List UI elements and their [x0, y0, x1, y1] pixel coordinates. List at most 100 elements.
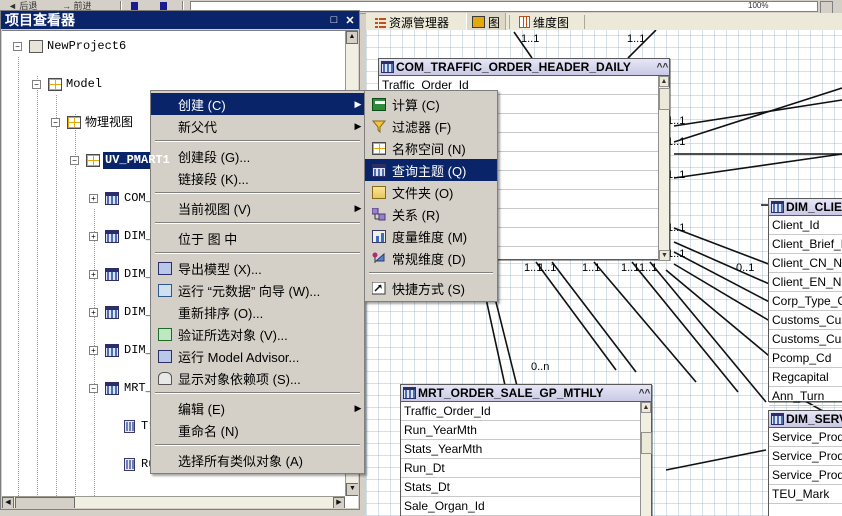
chevron-up-icon[interactable]: ^^ [656, 62, 669, 73]
scroll-right-button[interactable]: ▶ [333, 497, 345, 508]
scroll-up-button[interactable]: ▲ [346, 31, 358, 44]
tab-dimension-diagram[interactable]: 维度图 [514, 13, 574, 31]
menu-item-label: 当前视图 (V) [178, 201, 251, 217]
entity-vertical-scrollbar[interactable]: ▲ [640, 402, 652, 516]
create-submenu[interactable]: 计算 (C) 过滤器 (F) 名称空间 (N) 查询主题 (Q) 文件夹 (O) [364, 90, 498, 302]
entity-mrt-order-sale-gp-mthly[interactable]: MRT_ORDER_SALE_GP_MTHLY ^^ Traffic_Order… [400, 384, 652, 516]
submenu-item-measure-dimension[interactable]: 度量维度 (M) [365, 225, 497, 247]
entity-attribute: Customs_Custom [769, 330, 842, 349]
entity-attribute: Client_Brief_Name [769, 235, 842, 254]
menu-item-label: 新父代 [178, 119, 218, 135]
submenu-item-folder[interactable]: 文件夹 (O) [365, 181, 497, 203]
menu-item-create-segment[interactable]: 创建段 (G)... [151, 145, 364, 167]
submenu-item-calculation[interactable]: 计算 (C) [365, 93, 497, 115]
menu-item-validate-selected[interactable]: 验证所选对象 (V)... [151, 323, 364, 345]
entity-title: DIM_CLIENT [786, 200, 842, 214]
menu-item-label: 创建 (C) [178, 97, 226, 113]
tab-diagram[interactable]: 图 [466, 13, 507, 31]
menu-item-create[interactable]: 创建 (C) ▶ [151, 93, 364, 115]
project-viewer-titlebar[interactable]: 项目查看器 □ ✕ [1, 11, 359, 29]
entity-attribute: Client_Id [769, 216, 842, 235]
tab-separator [509, 15, 510, 29]
cardinality-label: 1..1 [627, 33, 646, 45]
menu-item-located-in-diagram[interactable]: 位于 图 中 [151, 227, 364, 249]
entity-dim-client[interactable]: DIM_CLIENT Client_Id Client_Brief_Name C… [768, 198, 842, 406]
menu-item-label: 运行 “元数据” 向导 (W)... [178, 283, 321, 299]
project-tree-horizontal-scrollbar[interactable]: ◀ ▶ [2, 496, 345, 508]
maximize-icon[interactable]: □ [327, 13, 341, 27]
scroll-down-button[interactable]: ▼ [346, 483, 358, 496]
cardinality-label: 0..n [531, 361, 550, 373]
submenu-item-regular-dimension[interactable]: 常规维度 (D) [365, 247, 497, 269]
tab-resource-explorer[interactable]: 资源管理器 [370, 13, 454, 31]
menu-item-label: 查询主题 (Q) [392, 163, 467, 179]
menu-item-reorder[interactable]: 重新排序 (O)... [151, 301, 364, 323]
menu-item-new-parent[interactable]: 新父代 ▶ [151, 115, 364, 137]
menu-item-label: 选择所有类似对象 (A) [178, 453, 303, 469]
calc-icon [372, 97, 386, 111]
list-icon [375, 16, 386, 28]
context-menu[interactable]: 创建 (C) ▶ 新父代 ▶ 创建段 (G)... 链接段 (K)... 当前视… [150, 90, 365, 474]
cardinality-label: 1..1 [621, 262, 640, 274]
chevron-up-icon[interactable]: ^^ [638, 388, 651, 399]
submenu-item-shortcut[interactable]: 快捷方式 (S) [365, 277, 497, 299]
entity-header[interactable]: DIM_SERVICE [769, 411, 842, 428]
entity-attribute: Customs_Custom [769, 311, 842, 330]
menu-item-select-all-similar[interactable]: 选择所有类似对象 (A) [151, 449, 364, 471]
tab-separator-2 [584, 15, 585, 29]
expander-icon[interactable]: + [89, 308, 98, 317]
menu-item-rename[interactable]: 重命名 (N) [151, 419, 364, 441]
menu-item-export-model[interactable]: 导出模型 (X)... [151, 257, 364, 279]
submenu-item-filter[interactable]: 过滤器 (F) [365, 115, 497, 137]
submenu-item-relationship[interactable]: 关系 (R) [365, 203, 497, 225]
submenu-item-query-subject[interactable]: 查询主题 (Q) [365, 159, 497, 181]
expander-icon[interactable]: − [89, 384, 98, 393]
menu-item-run-metadata-wizard[interactable]: 运行 “元数据” 向导 (W)... [151, 279, 364, 301]
expander-icon[interactable]: + [89, 270, 98, 279]
submenu-item-namespace[interactable]: 名称空间 (N) [365, 137, 497, 159]
entity-vertical-scrollbar[interactable]: ▲ ▼ [658, 76, 670, 261]
expander-icon[interactable]: − [13, 42, 22, 51]
menu-item-current-view[interactable]: 当前视图 (V) ▶ [151, 197, 364, 219]
scroll-thumb[interactable] [641, 432, 652, 454]
query-subject-icon [372, 163, 386, 177]
entity-header[interactable]: MRT_ORDER_SALE_GP_MTHLY ^^ [401, 385, 651, 402]
entity-title: DIM_SERVICE [786, 412, 842, 426]
menu-item-label: 创建段 (G)... [178, 149, 251, 165]
menu-icon-wrap [155, 370, 175, 387]
tree-node-label: NewProject6 [47, 39, 127, 53]
entity-attribute: Client_EN_Name [769, 273, 842, 292]
expander-icon[interactable]: + [89, 194, 98, 203]
scroll-up-button[interactable]: ▲ [641, 402, 651, 413]
menu-item-edit[interactable]: 编辑 (E) ▶ [151, 397, 364, 419]
expander-icon[interactable]: − [70, 156, 79, 165]
entity-header[interactable]: COM_TRAFFIC_ORDER_HEADER_DAILY ^^ [379, 59, 669, 76]
dimension-icon [519, 16, 530, 28]
entity-attribute: Stats_YearMth [401, 440, 651, 459]
scroll-thumb[interactable] [15, 497, 75, 508]
expander-icon[interactable]: + [89, 232, 98, 241]
entity-header[interactable]: DIM_CLIENT [769, 199, 842, 216]
scroll-thumb[interactable] [659, 88, 670, 110]
entity-dim-service[interactable]: DIM_SERVICE Service_Product_Id Service_P… [768, 410, 842, 516]
menu-separator [155, 192, 360, 194]
expander-icon[interactable]: − [32, 80, 41, 89]
scroll-up-button[interactable]: ▲ [659, 76, 669, 87]
menu-item-label: 编辑 (E) [178, 401, 225, 417]
toolbar-zoom-value: 100% [748, 1, 769, 10]
close-icon[interactable]: ✕ [343, 13, 357, 27]
cardinality-label: 1..1 [639, 262, 658, 274]
menu-item-run-model-advisor[interactable]: 运行 Model Advisor... [151, 345, 364, 367]
expander-icon[interactable]: + [89, 346, 98, 355]
table-icon [105, 192, 119, 205]
menu-item-label: 位于 图 中 [178, 231, 238, 247]
expander-icon[interactable]: − [51, 118, 60, 127]
query-subject-icon [403, 387, 416, 399]
menu-icon-wrap [369, 206, 389, 223]
scroll-left-button[interactable]: ◀ [2, 497, 14, 508]
scroll-down-button[interactable]: ▼ [659, 250, 670, 261]
chevron-right-icon: ▶ [354, 402, 362, 413]
menu-item-link-segment[interactable]: 链接段 (K)... [151, 167, 364, 189]
menu-item-show-object-dependencies[interactable]: 显示对象依赖项 (S)... [151, 367, 364, 389]
tree-node-newproject6[interactable]: − NewProject6 [2, 37, 345, 56]
